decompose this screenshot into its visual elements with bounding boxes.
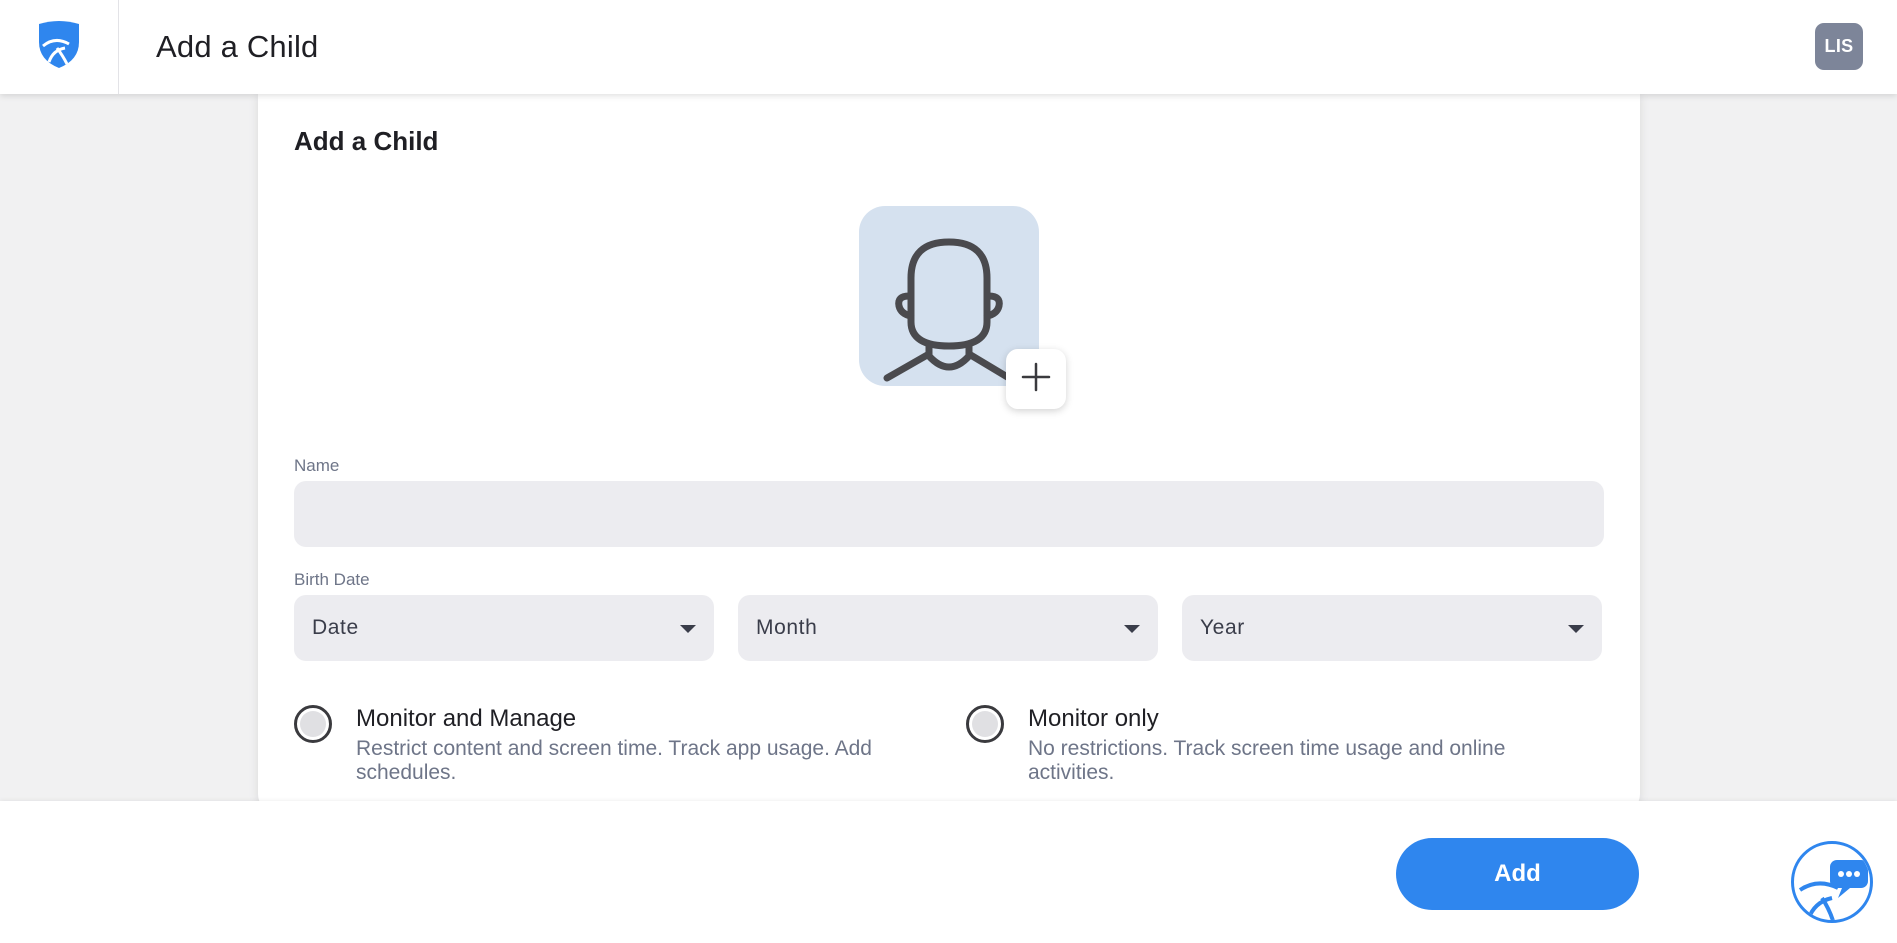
chevron-down-icon bbox=[1568, 625, 1584, 633]
date-select-value: Date bbox=[312, 616, 359, 639]
plus-icon bbox=[1021, 362, 1051, 397]
page-title: Add a Child bbox=[156, 29, 319, 64]
card-title: Add a Child bbox=[294, 126, 439, 156]
monitor-manage-option[interactable]: Monitor and Manage Restrict content and … bbox=[294, 705, 872, 785]
option-description: No restrictions. Track screen time usage… bbox=[1028, 737, 1506, 784]
footer-bar: Add bbox=[0, 801, 1897, 943]
date-select[interactable]: Date bbox=[294, 595, 714, 661]
year-select[interactable]: Year bbox=[1182, 595, 1602, 661]
monitor-only-option[interactable]: Monitor only No restrictions. Track scre… bbox=[966, 705, 1505, 785]
name-label: Name bbox=[294, 456, 340, 475]
monitor-only-radio[interactable] bbox=[966, 705, 1004, 743]
user-avatar-button[interactable]: LIS bbox=[1815, 23, 1863, 70]
chevron-down-icon bbox=[1124, 625, 1140, 633]
option-title: Monitor and Manage bbox=[356, 705, 577, 732]
logo-container bbox=[0, 0, 119, 94]
add-child-card: Add a Child Name Birth Date Date Month Y… bbox=[258, 94, 1640, 814]
chat-bubble-icon bbox=[1794, 860, 1870, 920]
shield-logo-icon[interactable] bbox=[35, 20, 83, 75]
add-photo-button[interactable] bbox=[1006, 349, 1066, 409]
option-description: Restrict content and screen time. Track … bbox=[356, 737, 872, 784]
option-title: Monitor only bbox=[1028, 705, 1159, 732]
month-select-value: Month bbox=[756, 616, 818, 639]
chevron-down-icon bbox=[680, 625, 696, 633]
month-select[interactable]: Month bbox=[738, 595, 1158, 661]
year-select-value: Year bbox=[1200, 616, 1245, 639]
name-input[interactable] bbox=[294, 481, 1604, 547]
chat-support-button[interactable] bbox=[1791, 841, 1873, 923]
add-button[interactable]: Add bbox=[1396, 838, 1639, 910]
birth-date-label: Birth Date bbox=[294, 570, 370, 589]
monitor-manage-radio[interactable] bbox=[294, 705, 332, 743]
top-header: Add a Child LIS bbox=[0, 0, 1897, 94]
